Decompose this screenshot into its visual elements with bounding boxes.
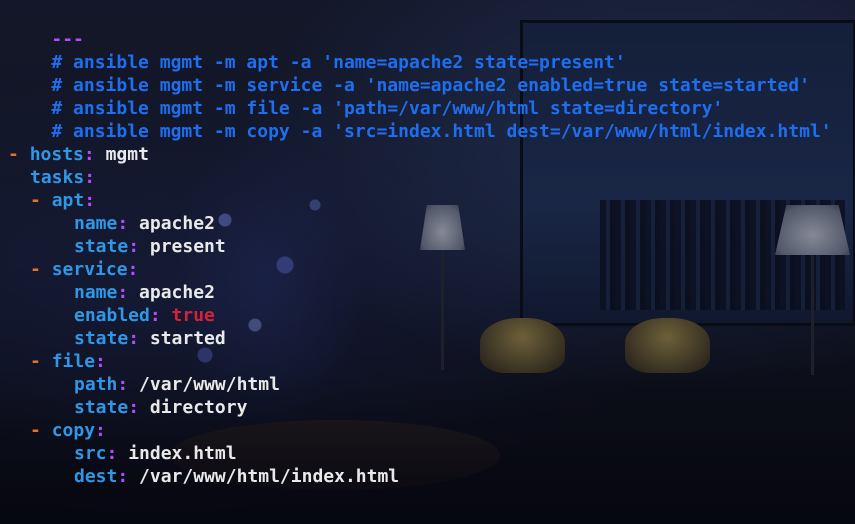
colon: : bbox=[117, 213, 129, 234]
param-value: directory bbox=[149, 397, 248, 418]
param-value: /var/www/html/index.html bbox=[139, 466, 400, 487]
task-param-line: enabled: true bbox=[8, 304, 855, 327]
comment-text: # ansible mgmt -m copy -a 'src=index.htm… bbox=[51, 121, 832, 142]
comment-text: # ansible mgmt -m service -a 'name=apach… bbox=[51, 75, 810, 96]
colon: : bbox=[127, 259, 139, 280]
param-value: apache2 bbox=[139, 282, 215, 303]
param-value: apache2 bbox=[139, 213, 215, 234]
param-key: state bbox=[74, 236, 129, 257]
param-key: name bbox=[74, 213, 118, 234]
yaml-doc-end: ... bbox=[8, 488, 855, 524]
param-key: state bbox=[74, 328, 129, 349]
task-param-line: state: started bbox=[8, 327, 855, 350]
colon: : bbox=[117, 282, 129, 303]
task-param-line: src: index.html bbox=[8, 442, 855, 465]
tasks-line: tasks: bbox=[8, 166, 855, 189]
task-module: apt bbox=[51, 190, 85, 211]
yaml-doc-start: --- bbox=[8, 5, 855, 50]
colon: : bbox=[128, 236, 140, 257]
colon: : bbox=[149, 305, 161, 326]
comment-text: # ansible mgmt -m file -a 'path=/var/www… bbox=[51, 98, 724, 119]
play-hosts-line: - hosts: mgmt bbox=[8, 143, 855, 166]
hosts-key: hosts bbox=[29, 144, 84, 165]
task-param-line: state: directory bbox=[8, 396, 855, 419]
hosts-value: mgmt bbox=[105, 144, 149, 165]
task-header-file: - file: bbox=[8, 350, 855, 373]
colon: : bbox=[84, 167, 96, 188]
comment-line: # ansible mgmt -m apt -a 'name=apache2 s… bbox=[8, 28, 855, 73]
param-value: present bbox=[149, 236, 226, 257]
task-header-apt: - apt: bbox=[8, 189, 855, 212]
list-dash: - bbox=[30, 190, 41, 211]
colon: : bbox=[95, 420, 106, 441]
param-value-boolean: true bbox=[171, 305, 215, 326]
task-param-line: name: apache2 bbox=[8, 281, 855, 304]
colon: : bbox=[128, 328, 140, 349]
task-module: service bbox=[51, 259, 128, 280]
param-value: started bbox=[149, 328, 226, 349]
colon: : bbox=[117, 374, 129, 395]
task-param-line: path: /var/www/html bbox=[8, 373, 855, 396]
terminal-text-area[interactable]: --- # ansible mgmt -m apt -a 'name=apach… bbox=[8, 5, 855, 524]
list-dash: - bbox=[30, 259, 41, 280]
task-header-service: - service: bbox=[8, 258, 855, 281]
colon: : bbox=[117, 466, 129, 487]
task-param-line: state: present bbox=[8, 235, 855, 258]
list-dash: - bbox=[30, 420, 41, 441]
colon: : bbox=[128, 397, 140, 418]
param-key: state bbox=[74, 397, 129, 418]
param-key: src bbox=[74, 443, 107, 464]
task-param-line: name: apache2 bbox=[8, 212, 855, 235]
list-dash: - bbox=[30, 351, 41, 372]
comment-text: # ansible mgmt -m apt -a 'name=apache2 s… bbox=[51, 52, 626, 73]
colon: : bbox=[84, 190, 96, 211]
task-param-line: dest: /var/www/html/index.html bbox=[8, 465, 855, 488]
tasks-key: tasks bbox=[30, 167, 85, 188]
param-value: index.html bbox=[128, 443, 237, 464]
param-key: name bbox=[74, 282, 118, 303]
colon: : bbox=[106, 443, 118, 464]
list-dash: - bbox=[8, 144, 19, 165]
colon: : bbox=[95, 351, 106, 372]
task-header-copy: - copy: bbox=[8, 419, 855, 442]
param-key: enabled bbox=[74, 305, 150, 326]
param-value: /var/www/html bbox=[139, 374, 280, 395]
task-module: copy bbox=[51, 420, 96, 441]
param-key: path bbox=[74, 374, 118, 395]
colon: : bbox=[83, 144, 95, 165]
param-key: dest bbox=[74, 466, 118, 487]
doc-start-marker: --- bbox=[51, 29, 84, 50]
doc-end-marker: ... bbox=[51, 512, 84, 524]
task-module: file bbox=[51, 351, 96, 372]
